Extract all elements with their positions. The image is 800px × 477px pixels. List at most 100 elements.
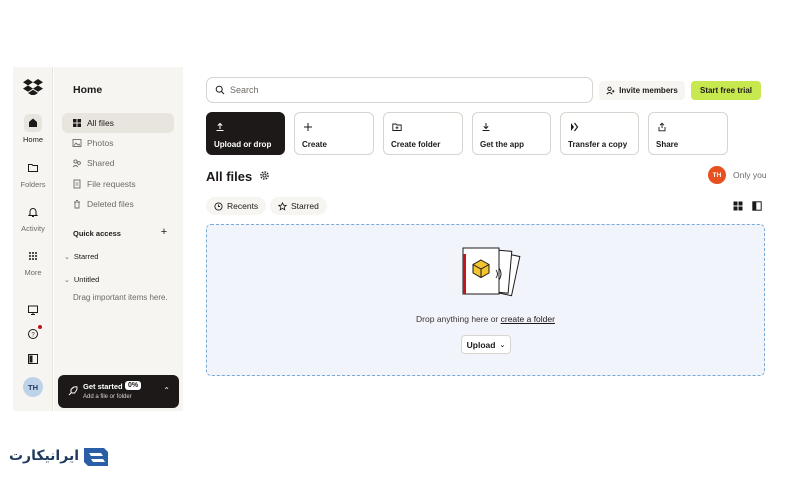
desktop-app-icon[interactable] (24, 301, 42, 319)
details-panel-icon[interactable] (752, 201, 762, 211)
starred-label: Starred (73, 252, 99, 261)
svg-text:?: ? (31, 332, 35, 338)
add-quick-access-button[interactable]: + (158, 227, 170, 239)
rail-item-home[interactable]: Home (13, 114, 53, 144)
nav-item-all-files[interactable]: All files (62, 113, 174, 133)
trash-icon (72, 199, 82, 209)
folder-plus-icon (392, 123, 402, 131)
home-icon (24, 114, 42, 132)
rail-label-folders: Folders (20, 180, 46, 189)
transfer-icon (571, 122, 579, 132)
quick-access-header: Quick access (73, 229, 121, 238)
search-icon (215, 85, 225, 95)
shared-icon (72, 158, 82, 168)
create-folder-link[interactable]: create a folder (501, 314, 555, 324)
get-started-subtitle: Add a file or folder (83, 394, 132, 400)
nav-item-deleted-files[interactable]: Deleted files (62, 194, 174, 214)
download-icon (482, 123, 490, 131)
chevron-down-icon: ⌄ (64, 253, 70, 261)
owner-avatar[interactable]: TH (708, 166, 726, 184)
bell-icon (24, 203, 42, 221)
invite-members-label: Invite members (619, 86, 678, 95)
recents-label: Recents (227, 201, 259, 211)
left-rail: Home Folders Activity More ? TH (13, 67, 53, 411)
app-window: Home Folders Activity More ? TH Home All… (13, 67, 786, 411)
panel-title: Home (73, 84, 103, 96)
grid-view-icon[interactable] (733, 201, 743, 211)
rail-label-more: More (24, 268, 42, 277)
get-started-card[interactable]: Get started 0% Add a file or folder ⌃ (58, 375, 179, 408)
chevron-down-icon: ⌄ (499, 341, 506, 349)
share-button[interactable]: Share (648, 112, 728, 155)
dropbox-logo-icon[interactable] (23, 79, 43, 95)
upload-label: Upload (466, 339, 496, 350)
create-button[interactable]: Create (294, 112, 374, 155)
invite-members-button[interactable]: Invite members (599, 81, 685, 100)
files-icon (72, 118, 82, 128)
starred-chip[interactable]: Starred (270, 197, 327, 215)
search-bar[interactable] (206, 77, 593, 103)
dropzone-text: Drop anything here or (416, 314, 499, 324)
starred-chip-label: Starred (291, 201, 319, 211)
chevron-up-icon: ⌃ (163, 386, 170, 395)
folder-icon (24, 159, 42, 177)
add-person-icon (606, 86, 615, 95)
rail-item-folders[interactable]: Folders (13, 159, 53, 189)
plus-icon (304, 123, 312, 131)
notification-dot (38, 325, 42, 329)
nav-label: Deleted files (87, 199, 134, 209)
upload-dropdown-button[interactable]: Upload ⌄ (461, 335, 511, 354)
nav-item-shared[interactable]: Shared (62, 153, 174, 173)
quick-action-label: Create (302, 140, 327, 149)
transfer-a-copy-button[interactable]: Transfer a copy (560, 112, 639, 155)
untitled-label: Untitled (73, 275, 100, 284)
rail-item-activity[interactable]: Activity (13, 203, 53, 233)
watermark-text: ایرانیکارت (8, 448, 79, 464)
nav-item-file-requests[interactable]: File requests (62, 174, 174, 194)
grid-icon (24, 247, 42, 265)
get-the-app-button[interactable]: Get the app (472, 112, 551, 155)
sidebar-toggle-icon[interactable] (24, 350, 42, 368)
quick-action-label: Transfer a copy (568, 140, 628, 149)
start-free-trial-button[interactable]: Start free trial (691, 81, 761, 100)
nav-item-photos[interactable]: Photos (62, 133, 174, 153)
nav-label: All files (87, 118, 114, 128)
get-started-progress: 0% (125, 381, 142, 390)
page-title: All files (206, 169, 253, 184)
get-started-title: Get started (83, 382, 123, 391)
quick-action-label: Upload or drop (214, 140, 272, 149)
dropzone-message: Drop anything here or create a folder (207, 314, 764, 324)
photo-icon (72, 138, 82, 148)
file-request-icon (72, 179, 82, 189)
quick-action-label: Get the app (480, 140, 525, 149)
nav-label: Photos (87, 138, 114, 148)
nav-label: Shared (87, 158, 115, 168)
search-input[interactable] (230, 85, 570, 95)
quick-action-label: Share (656, 140, 679, 149)
brand-mark-icon (84, 448, 108, 466)
nav-label: File requests (87, 179, 136, 189)
untitled-section-toggle[interactable]: ⌄ Untitled (64, 275, 99, 284)
file-box-illustration (462, 247, 521, 297)
create-folder-button[interactable]: Create folder (383, 112, 463, 155)
share-icon (658, 122, 666, 132)
help-icon[interactable]: ? (24, 325, 42, 343)
watermark-logo: ایرانیکارت (8, 443, 110, 470)
rail-label-activity: Activity (21, 224, 45, 233)
clock-icon (214, 201, 223, 211)
recents-chip[interactable]: Recents (206, 197, 267, 215)
rail-item-more[interactable]: More (13, 247, 53, 277)
starred-section-toggle[interactable]: ⌄ Starred (64, 252, 98, 261)
owner-label: Only you (733, 170, 767, 180)
avatar[interactable]: TH (23, 377, 43, 397)
quick-action-label: Create folder (391, 140, 441, 149)
file-dropzone[interactable]: Drop anything here or create a folder Up… (206, 224, 765, 376)
upload-icon (216, 122, 224, 131)
starred-empty-hint: Drag important items here. (73, 293, 168, 302)
rail-label-home: Home (22, 135, 43, 144)
rocket-icon (68, 386, 78, 396)
gear-icon[interactable] (259, 170, 270, 181)
side-panel: Home All files Photos Shared File reques… (54, 67, 183, 411)
star-icon (278, 201, 287, 211)
upload-or-drop-button[interactable]: Upload or drop (206, 112, 285, 155)
